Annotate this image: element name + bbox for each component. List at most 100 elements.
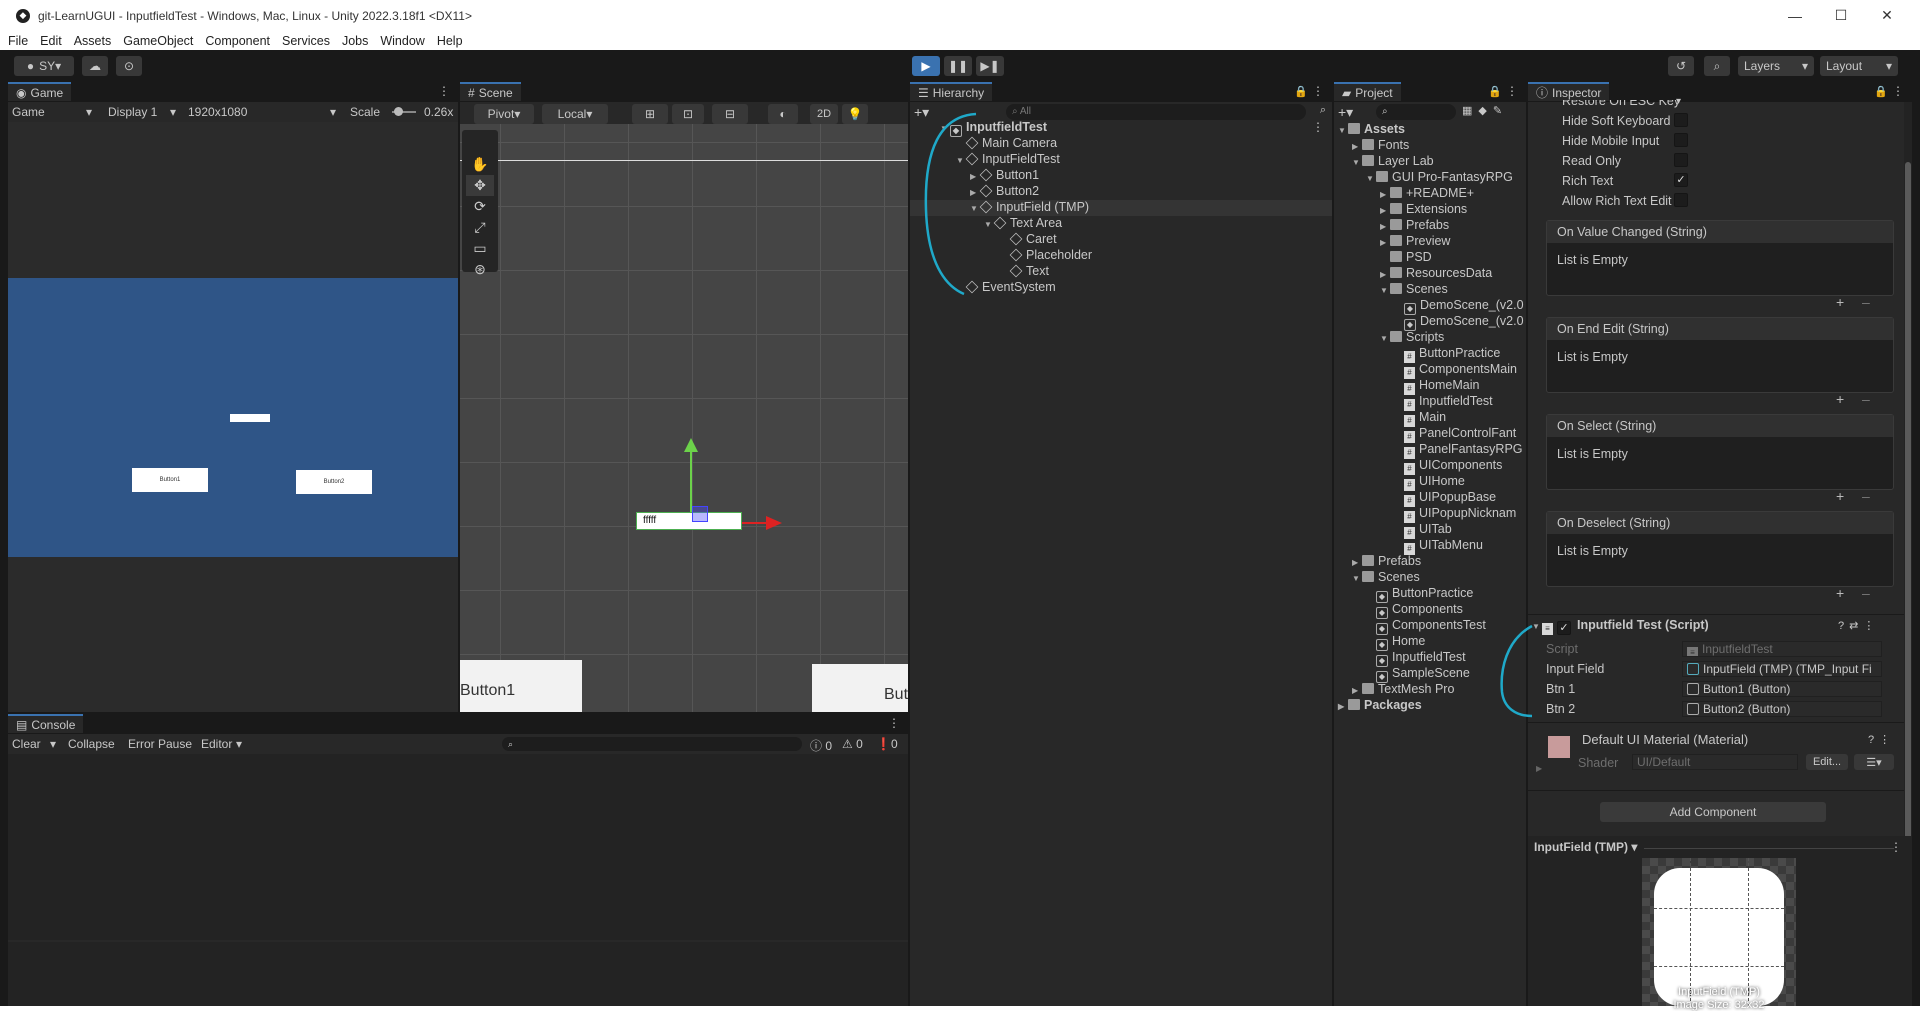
script-component-header[interactable]: ▼ ≡ ✓ Inputfield Test (Script) bbox=[1532, 618, 1709, 635]
menu-help[interactable]: Help bbox=[437, 34, 463, 48]
search-icon[interactable]: ⌕ bbox=[1704, 56, 1730, 76]
project-item[interactable]: ▼ Scripts bbox=[1380, 330, 1444, 344]
project-item[interactable]: ◆ ComponentsTest bbox=[1366, 618, 1486, 635]
tab-inspector[interactable]: ⓘ Inspector bbox=[1528, 82, 1610, 101]
scale-tool-icon[interactable]: ⤢ bbox=[466, 217, 494, 238]
history-icon[interactable]: ↺ bbox=[1668, 56, 1694, 76]
game-input-field[interactable] bbox=[230, 414, 270, 422]
game-view-canvas[interactable]: Button1 Button2 bbox=[8, 278, 458, 557]
btn2-reference[interactable]: Button2 (Button) bbox=[1682, 701, 1882, 717]
resolution-dropdown[interactable]: 1920x1080 bbox=[188, 105, 247, 119]
more-icon[interactable]: ⋮ bbox=[1312, 120, 1324, 134]
input-field-reference[interactable]: InputField (TMP) (TMP_Input Fi bbox=[1682, 661, 1882, 677]
scale-slider-handle[interactable] bbox=[394, 107, 403, 116]
read-only-checkbox[interactable] bbox=[1674, 153, 1688, 167]
project-item[interactable]: # PanelControlFant bbox=[1394, 426, 1516, 443]
add-icon[interactable]: + bbox=[1836, 585, 1844, 601]
project-item[interactable]: ◆ Components bbox=[1366, 602, 1463, 619]
light-icon[interactable]: 💡 bbox=[842, 104, 868, 124]
project-item[interactable]: # InputfieldTest bbox=[1394, 394, 1493, 411]
rich-text-checkbox[interactable]: ✓ bbox=[1674, 173, 1688, 187]
more-icon[interactable]: ⋮ bbox=[888, 716, 900, 730]
hierarchy-item[interactable]: ▶ Button2 bbox=[970, 184, 1039, 198]
error-pause-button[interactable]: Error Pause bbox=[128, 737, 192, 751]
project-item[interactable]: # ButtonPractice bbox=[1394, 346, 1500, 363]
menu-window[interactable]: Window bbox=[380, 34, 424, 48]
more-icon[interactable]: ⋮ bbox=[1892, 84, 1904, 98]
project-item[interactable]: ▶ TextMesh Pro bbox=[1352, 682, 1454, 696]
hierarchy-item[interactable]: Placeholder bbox=[1009, 248, 1092, 262]
toggle-2d-button[interactable]: 2D bbox=[810, 104, 838, 124]
cloud-icon[interactable]: ☁ bbox=[82, 56, 108, 76]
more-icon[interactable]: ⋮ bbox=[1312, 84, 1324, 98]
rect-tool-icon[interactable]: ▭ bbox=[466, 238, 494, 259]
game-button2[interactable]: Button2 bbox=[296, 470, 372, 494]
move-gizmo-plane[interactable] bbox=[692, 506, 708, 522]
console-search-input[interactable]: ⌕ bbox=[502, 737, 802, 751]
collab-icon[interactable]: ⊙ bbox=[116, 56, 142, 76]
pause-button[interactable]: ❚❚ bbox=[944, 56, 972, 76]
project-item[interactable]: ◆ Home bbox=[1366, 634, 1425, 651]
search-icon[interactable]: ⌕ bbox=[1320, 104, 1326, 117]
menu-jobs[interactable]: Jobs bbox=[342, 34, 368, 48]
project-item[interactable]: # UIHome bbox=[1394, 474, 1465, 491]
more-icon[interactable]: ⋮ bbox=[1506, 84, 1518, 98]
hierarchy-item[interactable]: Caret bbox=[1009, 232, 1057, 246]
menu-file[interactable]: File bbox=[8, 34, 28, 48]
component-enabled-checkbox[interactable]: ✓ bbox=[1557, 621, 1571, 635]
hierarchy-item[interactable]: Text bbox=[1009, 264, 1049, 278]
clear-button[interactable]: Clear bbox=[12, 737, 41, 751]
remove-icon[interactable]: – bbox=[1862, 488, 1870, 504]
scene-input-field[interactable]: fffff bbox=[636, 512, 742, 530]
filter-icons[interactable]: ▦◆✎ bbox=[1462, 104, 1508, 117]
hierarchy-item[interactable]: ▶ Button1 bbox=[970, 168, 1039, 182]
add-icon[interactable]: +▾ bbox=[1338, 104, 1353, 121]
scrollbar-thumb[interactable] bbox=[1905, 162, 1911, 862]
grid-icon[interactable]: ⊡ bbox=[672, 104, 704, 124]
shader-dropdown[interactable]: UI/Default bbox=[1632, 754, 1798, 770]
project-item[interactable]: ▼ GUI Pro-FantasyRPG bbox=[1366, 170, 1513, 184]
project-item[interactable]: ▶ Preview bbox=[1380, 234, 1450, 248]
lock-icon[interactable]: 🔒 bbox=[1294, 85, 1308, 98]
increment-icon[interactable]: ⊟ bbox=[712, 104, 748, 124]
more-icon[interactable]: ⋮ bbox=[438, 84, 450, 98]
menu-services[interactable]: Services bbox=[282, 34, 330, 48]
local-dropdown[interactable]: Local ▾ bbox=[542, 104, 608, 124]
project-item[interactable]: ◆ SampleScene bbox=[1366, 666, 1470, 683]
project-item[interactable]: # PanelFantasyRPG bbox=[1394, 442, 1523, 459]
shading-icon[interactable]: ◐ bbox=[768, 104, 798, 124]
project-item[interactable]: # UITab bbox=[1394, 522, 1452, 539]
add-component-button[interactable]: Add Component bbox=[1600, 802, 1826, 822]
hierarchy-item[interactable]: ▼ Text Area bbox=[984, 216, 1062, 230]
tab-scene[interactable]: # Scene bbox=[460, 82, 521, 101]
add-icon[interactable]: + bbox=[1836, 488, 1844, 504]
allow-rich-text-edit-checkbox[interactable] bbox=[1674, 193, 1688, 207]
shader-menu-icon[interactable]: ☰▾ bbox=[1854, 754, 1894, 770]
project-item[interactable]: # HomeMain bbox=[1394, 378, 1479, 395]
project-search-input[interactable]: ⌕ bbox=[1376, 104, 1456, 120]
project-item[interactable]: ▼ Scenes bbox=[1352, 570, 1420, 584]
btn1-reference[interactable]: Button1 (Button) bbox=[1682, 681, 1882, 697]
tab-project[interactable]: ▰ Project bbox=[1334, 82, 1401, 101]
rotate-tool-icon[interactable]: ⟳ bbox=[466, 196, 494, 217]
step-button[interactable]: ▶❚ bbox=[976, 56, 1004, 76]
tab-game[interactable]: ◉ Game bbox=[8, 82, 72, 101]
scene-button2[interactable]: Butt bbox=[812, 664, 908, 712]
project-item[interactable]: # ComponentsMain bbox=[1394, 362, 1517, 379]
minimize-icon[interactable]: — bbox=[1772, 0, 1818, 31]
project-item[interactable]: # Main bbox=[1394, 410, 1446, 427]
project-item[interactable]: ◆ ButtonPractice bbox=[1366, 586, 1473, 603]
component-menu-icons[interactable]: ?⋮ bbox=[1868, 733, 1895, 746]
hide-mobile-input-checkbox[interactable] bbox=[1674, 133, 1688, 147]
project-item[interactable]: ◆ DemoScene_(v2.0 bbox=[1394, 298, 1524, 315]
more-icon[interactable]: ⋮ bbox=[1890, 840, 1902, 854]
component-menu-icons[interactable]: ?⇄⋮ bbox=[1838, 619, 1879, 632]
lock-icon[interactable]: 🔒 bbox=[1874, 85, 1888, 98]
console-detail-area[interactable] bbox=[8, 942, 908, 1006]
account-dropdown[interactable]: ● SY ▾ bbox=[14, 56, 74, 76]
console-log-list[interactable] bbox=[8, 754, 908, 940]
move-tool-icon[interactable]: ✥ bbox=[466, 175, 494, 196]
project-item[interactable]: ▶ +README+ bbox=[1380, 186, 1474, 200]
layers-dropdown[interactable]: Layers ▾ bbox=[1738, 56, 1814, 76]
project-item[interactable]: ▶ Prefabs bbox=[1380, 218, 1449, 232]
